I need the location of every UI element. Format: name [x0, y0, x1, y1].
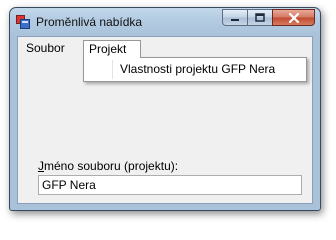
app-icon [16, 15, 30, 29]
app-window: Proměnlivá nabídka Soubor Projekt Vlastn… [9, 7, 321, 211]
maximize-button[interactable] [247, 9, 272, 26]
window-title: Proměnlivá nabídka [36, 15, 143, 29]
menu-bar: Soubor Projekt [18, 37, 312, 58]
client-area: Soubor Projekt Vlastnosti projektu GFP N… [17, 36, 313, 204]
menu-projekt[interactable]: Projekt [83, 40, 141, 58]
close-button[interactable] [272, 9, 315, 26]
filename-input[interactable] [38, 175, 302, 195]
close-icon [288, 12, 299, 23]
title-bar[interactable]: Proměnlivá nabídka [10, 8, 320, 36]
filename-label-text: méno souboru (projektu): [44, 159, 179, 173]
menu-item-vlastnosti-projektu[interactable]: Vlastnosti projektu GFP Nera [85, 59, 305, 80]
caption-buttons [222, 9, 315, 26]
menu-soubor[interactable]: Soubor [20, 39, 71, 57]
filename-label: Jméno souboru (projektu): [38, 159, 178, 173]
maximize-icon [255, 13, 265, 22]
projekt-dropdown: Vlastnosti projektu GFP Nera [83, 57, 307, 82]
minimize-icon [231, 18, 239, 21]
minimize-button[interactable] [222, 9, 247, 26]
